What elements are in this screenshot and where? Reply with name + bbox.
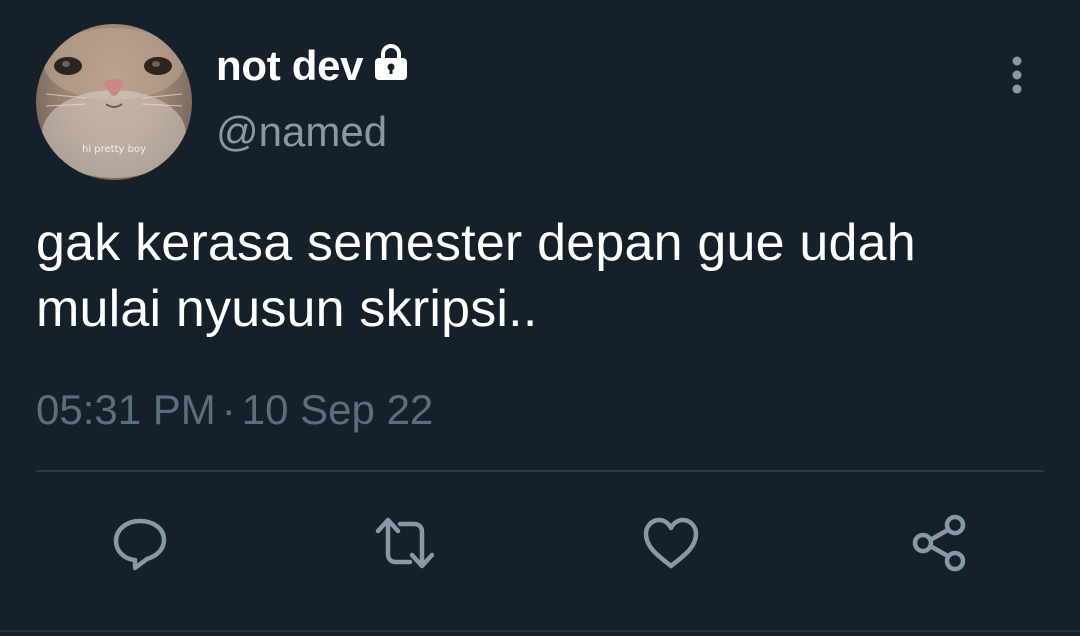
avatar[interactable]: hi pretty boy [36,24,192,180]
tweet-text: gak kerasa semester depan gue udah mulai… [36,214,916,338]
retweet-button[interactable] [374,512,436,574]
display-name[interactable]: not dev [216,42,364,90]
tweet-timestamp[interactable]: 05:31 PM · 10 Sep 22 [36,386,433,434]
tweet-card: hi pretty boy not dev @named gak kerasa … [0,0,1080,636]
retweet-icon [375,517,435,569]
share-icon [912,514,966,572]
timestamp-separator: · [221,386,236,433]
cat-photo [42,28,186,178]
comment-icon [113,518,167,571]
username[interactable]: @named [216,108,387,156]
author-name-row: not dev [216,38,411,94]
bottom-border [0,630,1080,632]
tweet-time: 05:31 PM [36,386,216,433]
lock-icon [371,42,411,82]
heart-icon [643,517,699,569]
divider [36,470,1044,472]
reply-button[interactable] [109,512,171,574]
share-button[interactable] [908,512,970,574]
tweet-date: 10 Sep 22 [241,386,434,433]
avatar-caption: hi pretty boy [81,144,146,155]
like-button[interactable] [640,512,702,574]
more-options-icon[interactable] [1000,50,1034,100]
